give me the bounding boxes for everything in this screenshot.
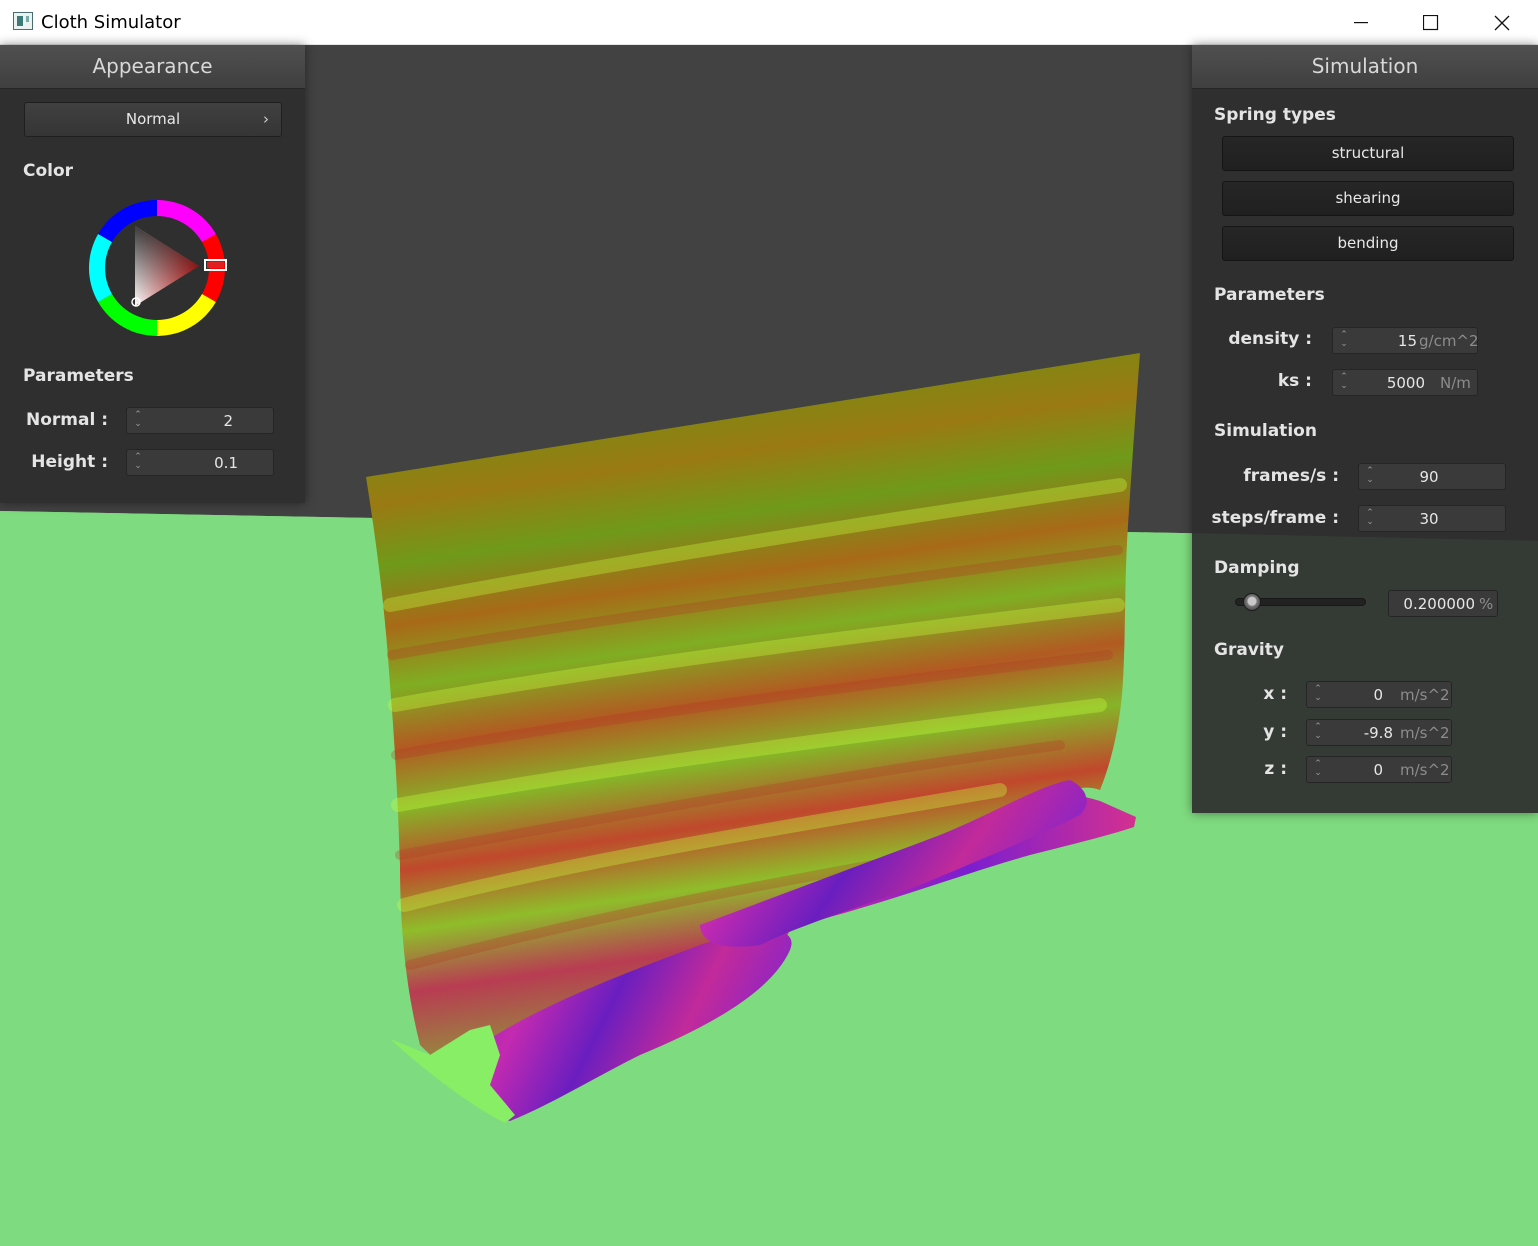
gravity-y-input[interactable]: ⌃ ⌄ -9.8 m/s^2 [1306,719,1452,746]
gravity-x-input[interactable]: ⌃ ⌄ 0 m/s^2 [1306,681,1452,708]
spinner-icon[interactable]: ⌃ ⌄ [1313,685,1323,705]
spinner-icon[interactable]: ⌃ ⌄ [1339,331,1349,351]
gravity-z-label: z : [1264,759,1287,779]
gravity-z-input[interactable]: ⌃ ⌄ 0 m/s^2 [1306,756,1452,783]
spinner-icon[interactable]: ⌃ ⌄ [133,411,143,431]
close-icon [1494,15,1510,30]
steps-label: steps/frame : [1211,508,1339,528]
maximize-icon [1423,14,1439,30]
damping-value: 0.200000 [1403,595,1475,613]
height-value: 0.1 [214,454,238,472]
density-input[interactable]: ⌃ ⌄ 15 g/cm^2 [1332,327,1479,354]
toggle-bending[interactable]: bending [1222,226,1514,261]
height-input[interactable]: ⌃ ⌄ 0.1 [126,449,274,476]
spinner-icon[interactable]: ⌃ ⌄ [1339,373,1349,393]
fps-value: 90 [1419,468,1439,486]
chevron-right-icon: › [263,110,269,128]
steps-input[interactable]: ⌃ ⌄ 30 [1358,505,1506,532]
gravity-z-unit: m/s^2 [1400,761,1450,779]
simulation-panel: Simulation Spring types structural shear… [1192,45,1538,813]
spinner-icon[interactable]: ⌃ ⌄ [1313,723,1323,743]
height-label: Height : [31,452,108,472]
gravity-label: Gravity [1214,640,1284,660]
color-label: Color [23,161,74,181]
window-titlebar: Cloth Simulator [0,0,1538,45]
ks-label: ks : [1277,371,1312,391]
minimize-icon [1354,21,1368,23]
spinner-icon[interactable]: ⌃ ⌄ [1365,509,1375,529]
simulation-section-label: Simulation [1214,421,1317,441]
appearance-panel: Appearance Normal › Color Parameters Nor… [0,45,305,503]
toggle-structural[interactable]: structural [1222,136,1514,171]
gravity-y-label: y : [1263,722,1287,742]
maximize-button[interactable] [1396,0,1466,45]
ks-input[interactable]: ⌃ ⌄ 5000 N/m [1332,369,1478,396]
spinner-icon[interactable]: ⌃ ⌄ [1313,760,1323,780]
density-unit: g/cm^2 [1419,332,1479,350]
app-icon [13,12,33,30]
spinner-icon[interactable]: ⌃ ⌄ [1365,467,1375,487]
window-title: Cloth Simulator [41,12,181,33]
damping-input[interactable]: 0.200000 % [1388,590,1498,617]
appearance-header: Appearance [0,45,305,89]
minimize-button[interactable] [1326,0,1396,45]
density-label: density : [1228,329,1312,349]
gravity-x-label: x : [1263,684,1287,704]
spring-types-label: Spring types [1214,105,1336,125]
ks-unit: N/m [1440,374,1471,392]
fps-label: frames/s : [1243,466,1339,486]
simulation-parameters-label: Parameters [1214,285,1325,305]
steps-value: 30 [1419,510,1439,528]
color-wheel[interactable] [87,198,231,338]
appearance-parameters-label: Parameters [23,366,134,386]
shader-select-button[interactable]: Normal › [24,102,282,137]
gravity-y-unit: m/s^2 [1400,724,1450,742]
gravity-z-value: 0 [1373,761,1383,779]
gravity-x-value: 0 [1373,686,1383,704]
density-value: 15 [1397,332,1417,350]
gravity-x-unit: m/s^2 [1400,686,1450,704]
shader-select-label: Normal [125,110,181,128]
gravity-y-value: -9.8 [1363,724,1393,742]
damping-label: Damping [1214,558,1300,578]
spinner-icon[interactable]: ⌃ ⌄ [133,453,143,473]
fps-input[interactable]: ⌃ ⌄ 90 [1358,463,1506,490]
normal-input[interactable]: ⌃ ⌄ 2 [126,407,274,434]
ks-value: 5000 [1386,374,1425,392]
toggle-shearing[interactable]: shearing [1222,181,1514,216]
damping-unit: % [1479,595,1494,613]
normal-value: 2 [223,412,233,430]
close-button[interactable] [1467,0,1537,45]
damping-slider-handle[interactable] [1242,593,1261,611]
simulation-header: Simulation [1192,45,1538,89]
normal-label: Normal : [25,410,108,430]
